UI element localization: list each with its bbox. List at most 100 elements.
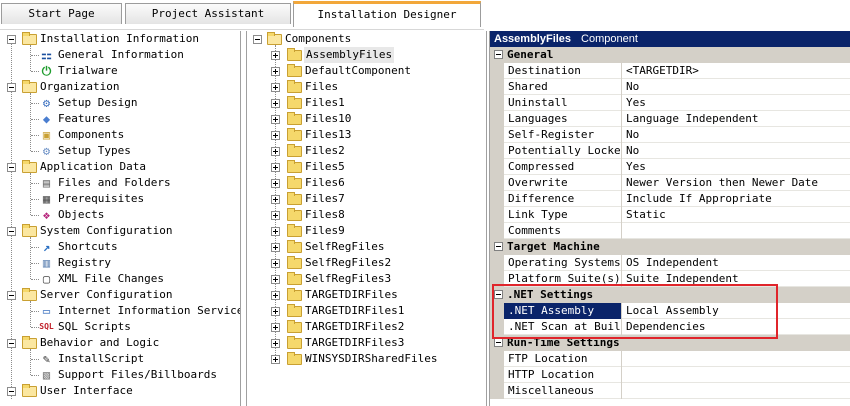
tree-item-internet-information-services[interactable]: ▭ Internet Information Services bbox=[0, 303, 240, 319]
category-general[interactable]: General bbox=[490, 47, 850, 63]
category-target-machine[interactable]: Target Machine bbox=[490, 239, 850, 255]
property-destination[interactable]: Destination <TARGETDIR> bbox=[490, 63, 850, 79]
collapse-icon[interactable] bbox=[7, 227, 16, 236]
tree-group-installation-information[interactable]: Installation Information bbox=[0, 31, 240, 47]
property-value[interactable]: Static bbox=[623, 207, 850, 223]
tab-installation-designer[interactable]: Installation Designer bbox=[293, 1, 481, 27]
property-difference[interactable]: Difference Include If Appropriate bbox=[490, 191, 850, 207]
tree-item-setup-design[interactable]: ⚙ Setup Design bbox=[0, 95, 240, 111]
expand-icon[interactable] bbox=[271, 291, 280, 300]
tree-item-prerequisites[interactable]: ▦ Prerequisites bbox=[0, 191, 240, 207]
tree-group-server-configuration[interactable]: Server Configuration bbox=[0, 287, 240, 303]
collapse-icon[interactable] bbox=[7, 83, 16, 92]
property-self-register[interactable]: Self-Register No bbox=[490, 127, 850, 143]
collapse-icon[interactable] bbox=[7, 35, 16, 44]
tree-item-components[interactable]: ▣ Components bbox=[0, 127, 240, 143]
component-files8[interactable]: Files8 bbox=[247, 207, 486, 223]
property-value[interactable] bbox=[623, 367, 850, 383]
property-net-assembly[interactable]: .NET Assembly Local Assembly bbox=[490, 303, 850, 319]
property-shared[interactable]: Shared No bbox=[490, 79, 850, 95]
collapse-icon[interactable] bbox=[7, 291, 16, 300]
property-net-scan-at-build[interactable]: .NET Scan at Build Dependencies bbox=[490, 319, 850, 335]
tree-group-system-configuration[interactable]: System Configuration bbox=[0, 223, 240, 239]
component-targetdirfiles1[interactable]: TARGETDIRFiles1 bbox=[247, 303, 486, 319]
property-value[interactable]: No bbox=[623, 127, 850, 143]
property-value[interactable]: Local Assembly bbox=[623, 303, 850, 319]
component-files1[interactable]: Files1 bbox=[247, 95, 486, 111]
tree-item-sql-scripts[interactable]: SQL SQL Scripts bbox=[0, 319, 240, 335]
tree-item-objects[interactable]: ❖ Objects bbox=[0, 207, 240, 223]
expand-icon[interactable] bbox=[271, 339, 280, 348]
property-value[interactable]: Yes bbox=[623, 95, 850, 111]
component-winsysdirsharedfiles[interactable]: WINSYSDIRSharedFiles bbox=[247, 351, 486, 367]
property-value[interactable] bbox=[623, 351, 850, 367]
expand-icon[interactable] bbox=[271, 227, 280, 236]
property-ftp-location[interactable]: FTP Location bbox=[490, 351, 850, 367]
expand-icon[interactable] bbox=[271, 195, 280, 204]
property-miscellaneous[interactable]: Miscellaneous bbox=[490, 383, 850, 399]
collapse-icon[interactable] bbox=[7, 339, 16, 348]
tree-item-shortcuts[interactable]: ↗ Shortcuts bbox=[0, 239, 240, 255]
property-uninstall[interactable]: Uninstall Yes bbox=[490, 95, 850, 111]
tree-item-registry[interactable]: ▥ Registry bbox=[0, 255, 240, 271]
tree-item-xml-file-changes[interactable]: ▢ XML File Changes bbox=[0, 271, 240, 287]
tree-item-features[interactable]: ◆ Features bbox=[0, 111, 240, 127]
property-comments[interactable]: Comments bbox=[490, 223, 850, 239]
collapse-icon[interactable] bbox=[494, 338, 503, 347]
collapse-icon[interactable] bbox=[494, 290, 503, 299]
expand-icon[interactable] bbox=[271, 179, 280, 188]
expand-icon[interactable] bbox=[271, 67, 280, 76]
category-net-settings[interactable]: .NET Settings bbox=[490, 287, 850, 303]
component-files6[interactable]: Files6 bbox=[247, 175, 486, 191]
property-languages[interactable]: Languages Language Independent bbox=[490, 111, 850, 127]
tab-start-page[interactable]: Start Page bbox=[1, 3, 122, 24]
tree-group-application-data[interactable]: Application Data bbox=[0, 159, 240, 175]
property-value[interactable]: No bbox=[623, 79, 850, 95]
component-targetdirfiles[interactable]: TARGETDIRFiles bbox=[247, 287, 486, 303]
property-compressed[interactable]: Compressed Yes bbox=[490, 159, 850, 175]
property-http-location[interactable]: HTTP Location bbox=[490, 367, 850, 383]
component-selfregfiles[interactable]: SelfRegFiles bbox=[247, 239, 486, 255]
property-operating-systems[interactable]: Operating Systems OS Independent bbox=[490, 255, 850, 271]
component-files9[interactable]: Files9 bbox=[247, 223, 486, 239]
expand-icon[interactable] bbox=[271, 51, 280, 60]
tree-item-installscript[interactable]: ✎ InstallScript bbox=[0, 351, 240, 367]
property-potentially-locked[interactable]: Potentially Locked No bbox=[490, 143, 850, 159]
expand-icon[interactable] bbox=[271, 83, 280, 92]
tree-item-support-files-billboards[interactable]: ▧ Support Files/Billboards bbox=[0, 367, 240, 383]
expand-icon[interactable] bbox=[271, 211, 280, 220]
expand-icon[interactable] bbox=[271, 275, 280, 284]
component-assemblyfiles[interactable]: AssemblyFiles bbox=[247, 47, 486, 63]
component-files10[interactable]: Files10 bbox=[247, 111, 486, 127]
expand-icon[interactable] bbox=[271, 307, 280, 316]
property-platform-suite-s[interactable]: Platform Suite(s) Suite Independent bbox=[490, 271, 850, 287]
expand-icon[interactable] bbox=[271, 163, 280, 172]
expand-icon[interactable] bbox=[271, 147, 280, 156]
property-value[interactable]: Yes bbox=[623, 159, 850, 175]
collapse-icon[interactable] bbox=[494, 242, 503, 251]
component-selfregfiles2[interactable]: SelfRegFiles2 bbox=[247, 255, 486, 271]
tree-item-trialware[interactable]: ⏻ Trialware bbox=[0, 63, 240, 79]
property-value[interactable]: Dependencies bbox=[623, 319, 850, 335]
property-value[interactable]: OS Independent bbox=[623, 255, 850, 271]
component-files5[interactable]: Files5 bbox=[247, 159, 486, 175]
component-files2[interactable]: Files2 bbox=[247, 143, 486, 159]
tree-item-setup-types[interactable]: ⚙ Setup Types bbox=[0, 143, 240, 159]
property-value[interactable]: Include If Appropriate bbox=[623, 191, 850, 207]
component-files13[interactable]: Files13 bbox=[247, 127, 486, 143]
tree-group-behavior-and-logic[interactable]: Behavior and Logic bbox=[0, 335, 240, 351]
component-selfregfiles3[interactable]: SelfRegFiles3 bbox=[247, 271, 486, 287]
component-targetdirfiles2[interactable]: TARGETDIRFiles2 bbox=[247, 319, 486, 335]
expand-icon[interactable] bbox=[271, 115, 280, 124]
collapse-icon[interactable] bbox=[7, 163, 16, 172]
property-value[interactable] bbox=[623, 383, 850, 399]
tree-item-files-and-folders[interactable]: ▤ Files and Folders bbox=[0, 175, 240, 191]
property-value[interactable]: <TARGETDIR> bbox=[623, 63, 850, 79]
tree-group-user-interface[interactable]: User Interface bbox=[0, 383, 240, 399]
expand-icon[interactable] bbox=[271, 323, 280, 332]
property-value[interactable] bbox=[623, 223, 850, 239]
expand-icon[interactable] bbox=[271, 131, 280, 140]
property-link-type[interactable]: Link Type Static bbox=[490, 207, 850, 223]
property-overwrite[interactable]: Overwrite Newer Version then Newer Date bbox=[490, 175, 850, 191]
component-files7[interactable]: Files7 bbox=[247, 191, 486, 207]
